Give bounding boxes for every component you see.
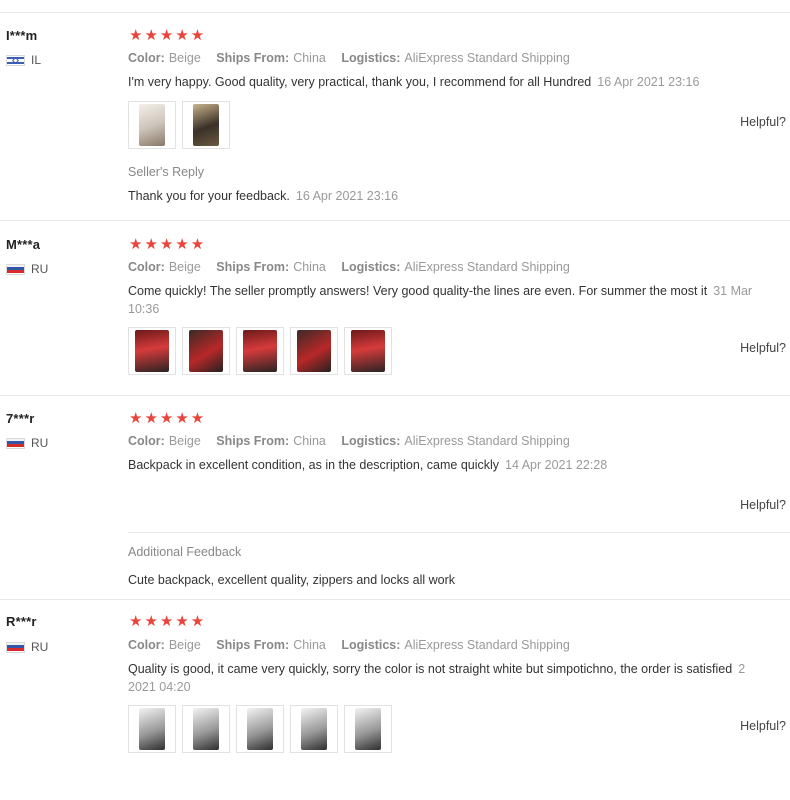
helpful-button[interactable]: Helpful? [740,498,786,512]
review-text: Backpack in excellent condition, as in t… [128,458,608,472]
color-value: Beige [168,638,201,652]
reviewer-country: RU [6,262,48,276]
review-photo-thumbnail[interactable] [182,327,230,375]
review-meta: Color: Beige Ships From: China Logistics: A… [128,51,570,65]
review-text: I'm very happy. Good quality, very pract… [128,75,700,89]
helpful-button[interactable]: Helpful? [740,115,786,129]
logistics-value: AliExpress Standard Shipping [404,434,570,448]
russia-flag-icon [6,641,25,653]
seller-reply-text: Thank you for your feedback. 16 Apr 2021 … [128,189,399,203]
country-code: IL [31,53,42,67]
country-code: RU [31,436,49,450]
ships-from-value: China [293,434,326,448]
review-date-continued: 10:36 [128,302,160,316]
country-code: RU [31,640,49,654]
reviewer-name: I***m [6,28,38,43]
reply-date: 16 Apr 2021 23:16 [295,189,399,203]
top-divider [0,12,790,13]
ships-from-value: China [293,638,326,652]
helpful-button[interactable]: Helpful? [740,341,786,355]
logistics-value: AliExpress Standard Shipping [404,260,570,274]
additional-feedback-label: Additional Feedback [128,545,242,559]
review-meta: Color: Beige Ships From: China Logistics: A… [128,260,570,274]
reviewer-name: M***a [6,237,41,252]
country-code: RU [31,262,49,276]
logistics-value: AliExpress Standard Shipping [404,638,570,652]
review-photos [128,327,392,375]
color-value: Beige [168,260,201,274]
review-photo-thumbnail[interactable] [236,705,284,753]
review-text: Quality is good, it came very quickly, s… [128,662,746,676]
review-photo-thumbnail[interactable] [182,101,230,149]
additional-feedback-divider [128,532,790,533]
rating-stars: ★★★★★ [129,613,207,630]
review-date: 2 [738,662,746,676]
review-divider [0,599,790,600]
review-meta: Color: Beige Ships From: China Logistics: A… [128,638,570,652]
russia-flag-icon [6,437,25,449]
review-photos [128,705,392,753]
review-photo-thumbnail[interactable] [344,705,392,753]
rating-stars: ★★★★★ [129,27,207,44]
review-photo-thumbnail[interactable] [290,705,338,753]
review-date: 31 Mar [713,284,753,298]
review-photos [128,101,230,149]
logistics-value: AliExpress Standard Shipping [404,51,570,65]
review-photo-thumbnail[interactable] [236,327,284,375]
review-photo-thumbnail[interactable] [128,327,176,375]
israel-flag-icon [6,54,25,66]
reviewer-country: RU [6,640,48,654]
review-text: Come quickly! The seller promptly answer… [128,284,753,298]
helpful-button[interactable]: Helpful? [740,719,786,733]
review-date: 14 Apr 2021 22:28 [505,458,608,472]
review-photo-thumbnail[interactable] [344,327,392,375]
review-photo-thumbnail[interactable] [128,705,176,753]
ships-from-value: China [293,260,326,274]
review-meta: Color: Beige Ships From: China Logistics: A… [128,434,570,448]
additional-feedback-text: Cute backpack, excellent quality, zipper… [128,573,456,587]
review-photo-thumbnail[interactable] [128,101,176,149]
reviewer-country: IL [6,53,41,67]
ships-from-value: China [293,51,326,65]
reviewer-country: RU [6,436,48,450]
russia-flag-icon [6,263,25,275]
color-value: Beige [168,434,201,448]
rating-stars: ★★★★★ [129,410,207,427]
rating-stars: ★★★★★ [129,236,207,253]
seller-reply-label: Seller's Reply [128,165,205,179]
review-date: 16 Apr 2021 23:16 [597,75,700,89]
review-divider [0,220,790,221]
reviewer-name: R***r [6,614,37,629]
review-divider [0,395,790,396]
review-photo-thumbnail[interactable] [182,705,230,753]
review-photo-thumbnail[interactable] [290,327,338,375]
review-date-continued: 2021 04:20 [128,680,191,694]
reviewer-name: 7***r [6,411,35,426]
color-value: Beige [168,51,201,65]
